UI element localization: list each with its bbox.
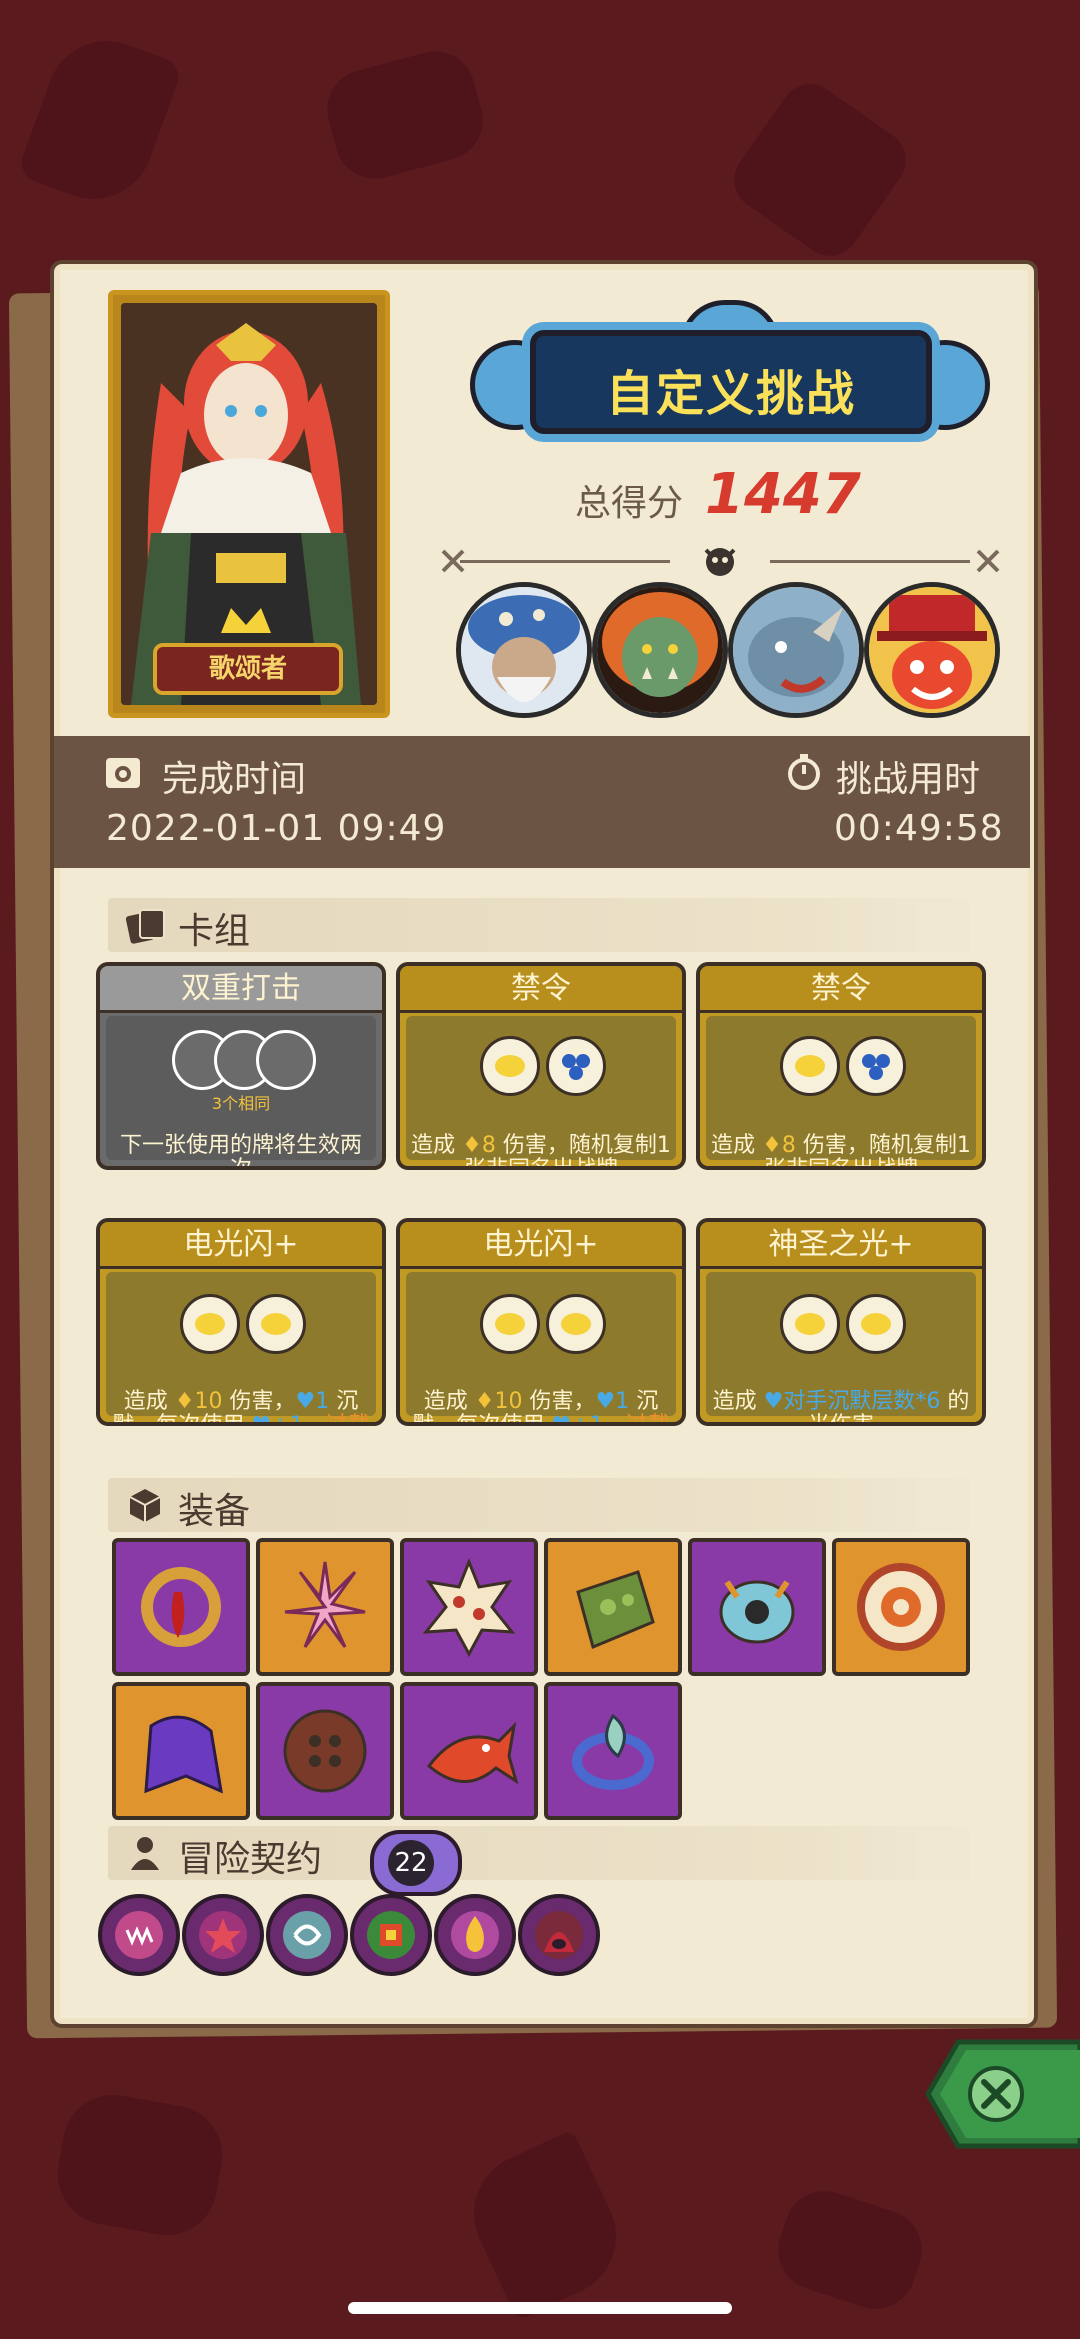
yellow-gem-icon [480, 1294, 540, 1354]
card-description: 造成 ♥对手沉默层数*6 的光伤害 [712, 1389, 970, 1426]
card-name: 神圣之光+ [700, 1222, 982, 1269]
yellow-gem-icon [246, 1294, 306, 1354]
card-name: 禁令 [700, 966, 982, 1013]
empty-gem-icon [256, 1030, 316, 1090]
duration-label: 挑战用时 [836, 759, 981, 800]
card-description: 造成 ♦8 伤害，随机复制1张非同名出战牌 [411, 1133, 671, 1170]
card-description: 造成 ♦10 伤害，♥1 沉默，每次使用 ♥+1，过载 [412, 1389, 670, 1426]
leaf-ring-icon[interactable] [544, 1682, 682, 1820]
yellow-gem-icon [546, 1294, 606, 1354]
card-name: 电光闪+ [100, 1222, 382, 1269]
cube-icon [129, 1489, 161, 1522]
title-banner: 自定义挑战 [470, 300, 990, 440]
wooden-button-icon[interactable] [256, 1682, 394, 1820]
boss-orc-avatar[interactable] [592, 582, 728, 718]
banner-title: 自定义挑战 [605, 366, 856, 422]
yellow-gem-icon [846, 1294, 906, 1354]
yellow-gem-icon [780, 1036, 840, 1096]
boss-rhino-avatar[interactable] [728, 582, 864, 718]
contract-count: 22 [388, 1840, 434, 1886]
purple-cloak-icon[interactable] [112, 1682, 250, 1820]
equipment-title: 装备 [178, 1491, 251, 1532]
contract-count-badge: 22 [370, 1830, 462, 1896]
total-score: 总得分 1447 [575, 462, 895, 532]
pact-hood-icon[interactable] [518, 1894, 600, 1976]
bg-shape [16, 24, 184, 216]
blue-gem-icon [846, 1036, 906, 1096]
hero-portrait: 歌颂者 [108, 290, 390, 718]
score-value: 1447 [705, 462, 861, 527]
bg-shape [454, 2129, 636, 2321]
deck-card[interactable]: 禁令 造成 ♦8 伤害，随机复制1张非同名出战牌 [696, 962, 986, 1170]
deck-title: 卡组 [178, 911, 251, 952]
pact-swirl-icon[interactable] [266, 1894, 348, 1976]
home-indicator[interactable] [348, 2302, 732, 2314]
contract-title: 冒险契约 [178, 1839, 323, 1880]
deck-card[interactable]: 神圣之光+ 造成 ♥对手沉默层数*6 的光伤害 [696, 1218, 986, 1426]
pact-fang-icon[interactable] [98, 1894, 180, 1976]
card-description: 造成 ♦8 伤害，随机复制1张非同名出战牌 [711, 1133, 971, 1170]
completion-time-label: 完成时间 [162, 759, 307, 800]
gem-note: 3个相同 [211, 1094, 271, 1113]
stopwatch-icon [788, 754, 820, 790]
eye-amulet-icon[interactable] [688, 1538, 826, 1676]
yellow-gem-icon [780, 1294, 840, 1354]
pact-rune-icon[interactable] [350, 1894, 432, 1976]
spiked-dice-icon[interactable] [400, 1538, 538, 1676]
info-bar: 完成时间 挑战用时 2022-01-01 09:49 00:49:58 [54, 736, 1030, 868]
divider-left [460, 560, 670, 563]
hero-name-label: 歌颂者 [153, 643, 343, 695]
score-label: 总得分 [575, 483, 684, 524]
card-name: 双重打击 [100, 966, 382, 1013]
deck-card[interactable]: 电光闪+ 造成 ♦10 伤害，♥1 沉默，每次使用 ♥+1，过载 [96, 1218, 386, 1426]
pact-fire-icon[interactable] [434, 1894, 516, 1976]
boss-clown-avatar[interactable] [864, 582, 1000, 718]
completion-time-value: 2022-01-01 09:49 [106, 808, 447, 849]
skull-icon [704, 548, 736, 576]
cards-icon [125, 909, 165, 944]
close-button[interactable] [918, 2032, 1080, 2156]
equipment-section-header: 装备 [108, 1478, 970, 1532]
card-name: 电光闪+ [400, 1222, 682, 1269]
crossed-swords-icon [441, 549, 465, 573]
deck-section-header: 卡组 [108, 898, 970, 952]
yellow-gem-icon [180, 1294, 240, 1354]
blue-gem-icon [546, 1036, 606, 1096]
moss-stone-icon[interactable] [544, 1538, 682, 1676]
red-fish-icon[interactable] [400, 1682, 538, 1820]
bg-shape [767, 2180, 933, 2320]
boss-mushroom-avatar[interactable] [456, 582, 592, 718]
contract-section-header: 冒险契约 [108, 1826, 970, 1880]
duration-value: 00:49:58 [834, 808, 1004, 849]
pact-star-icon[interactable] [182, 1894, 264, 1976]
card-description: 下一张使用的牌将生效两次 [119, 1133, 362, 1170]
bg-shape [318, 42, 492, 188]
ring-blood-icon[interactable] [112, 1538, 250, 1676]
yellow-gem-icon [480, 1036, 540, 1096]
calendar-icon [106, 758, 140, 788]
deck-card[interactable]: 双重打击 3个相同 下一张使用的牌将生效两次 [96, 962, 386, 1170]
target-coin-icon[interactable] [832, 1538, 970, 1676]
person-icon [131, 1837, 159, 1870]
bg-shape [49, 2087, 231, 2243]
bg-shape [722, 72, 918, 268]
card-description: 造成 ♦10 伤害，♥1 沉默，每次使用 ♥+1，过载 [112, 1389, 370, 1426]
divider-right [770, 560, 970, 563]
lily-flower-icon[interactable] [256, 1538, 394, 1676]
deck-card[interactable]: 禁令 造成 ♦8 伤害，随机复制1张非同名出战牌 [396, 962, 686, 1170]
deck-card[interactable]: 电光闪+ 造成 ♦10 伤害，♥1 沉默，每次使用 ♥+1，过载 [396, 1218, 686, 1426]
card-name: 禁令 [400, 966, 682, 1013]
crossed-swords-icon [976, 549, 1000, 573]
